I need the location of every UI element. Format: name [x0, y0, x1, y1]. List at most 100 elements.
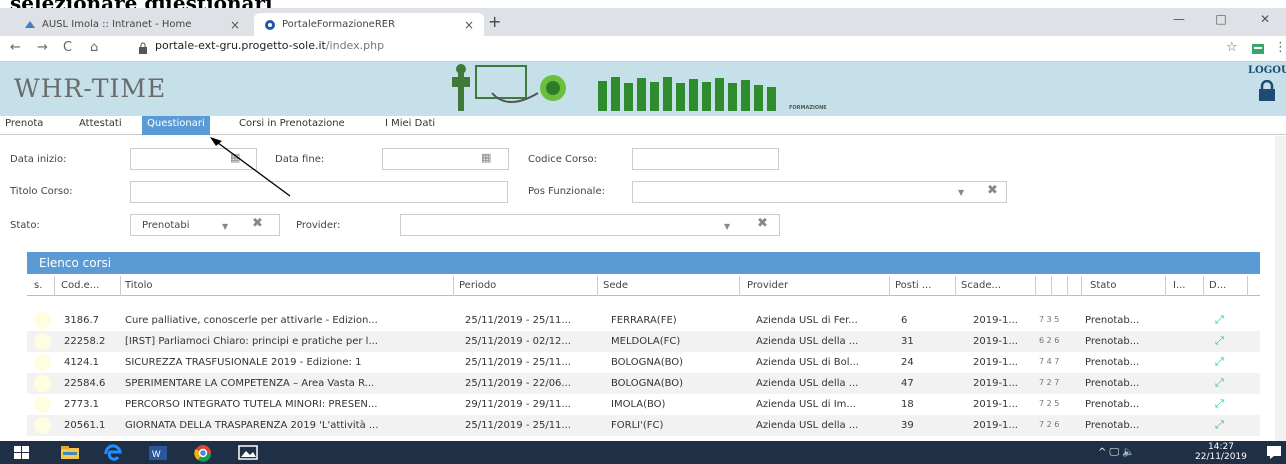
chrome-icon[interactable] [194, 444, 212, 462]
windows-start-icon[interactable] [14, 446, 30, 459]
column-header[interactable]: Scade... [961, 280, 1001, 291]
clear-icon[interactable]: ✖ [252, 216, 263, 231]
bookmark-star-icon[interactable]: ☆ [1226, 40, 1238, 55]
file-explorer-icon[interactable] [61, 446, 79, 459]
column-header[interactable]: I... [1173, 280, 1186, 291]
expand-icon[interactable]: ⤢ [1215, 313, 1224, 327]
minimize-button[interactable]: — [1158, 8, 1200, 30]
column-header[interactable]: Provider [747, 280, 788, 291]
cell-provider: Azienda USL della ... [756, 420, 859, 431]
clear-icon[interactable]: ✖ [757, 216, 768, 231]
logout-label[interactable]: LOGOUT [1248, 65, 1286, 76]
column-header[interactable]: Periodo [459, 280, 496, 291]
cell-titolo: Cure palliative, conoscerle per attivarl… [125, 315, 378, 326]
tab-close-icon[interactable]: × [230, 18, 240, 32]
word-icon[interactable]: W [149, 446, 167, 460]
column-header[interactable]: Posti ... [895, 280, 931, 291]
cell-periodo: 25/11/2019 - 02/12... [465, 336, 571, 347]
cell-provider: Azienda USL di Bol... [756, 357, 860, 368]
column-header[interactable]: D... [1209, 280, 1226, 291]
notification-icon[interactable] [1266, 445, 1282, 460]
table-row[interactable]: 22258.2 [IRST] Parliamoci Chiaro: princi… [27, 331, 1260, 352]
chevron-down-icon[interactable]: ▼ [724, 222, 730, 231]
cell-extra: 7 3 5 [1039, 315, 1060, 324]
clock-time[interactable]: 14:27 [1208, 442, 1234, 452]
expand-icon[interactable]: ⤢ [1215, 418, 1224, 432]
app-logo: WHR-TIME [14, 74, 167, 103]
expand-icon[interactable]: ⤢ [1215, 355, 1224, 369]
edge-browser-icon[interactable] [104, 444, 122, 461]
photos-icon[interactable] [238, 445, 258, 460]
expand-icon[interactable]: ⤢ [1215, 376, 1224, 390]
provider-select[interactable] [400, 214, 780, 236]
home-button[interactable]: ⌂ [90, 40, 98, 55]
expand-icon[interactable]: ⤢ [1215, 334, 1224, 348]
codice-corso-input[interactable] [632, 148, 779, 170]
clear-icon[interactable]: ✖ [987, 183, 998, 198]
chevron-down-icon[interactable]: ▼ [222, 222, 228, 231]
cell-sede: FERRARA(FE) [611, 315, 677, 326]
menu-item-questionari[interactable]: Questionari [142, 116, 210, 135]
page-scrollbar[interactable] [1275, 136, 1286, 441]
svg-text:W: W [152, 449, 161, 459]
status-dot [34, 333, 51, 350]
cell-titolo: PERCORSO INTEGRATO TUTELA MINORI: PRESEN… [125, 399, 378, 410]
window-close-button[interactable]: ✕ [1244, 8, 1286, 30]
expand-icon[interactable]: ⤢ [1215, 397, 1224, 411]
table-row[interactable]: 2773.1 PERCORSO INTEGRATO TUTELA MINORI:… [27, 394, 1260, 415]
calendar-icon[interactable]: ▦ [230, 151, 240, 164]
table-header: s. Cod.e... Titolo Periodo Sede Provider… [27, 276, 1260, 296]
logout-padlock-icon[interactable] [1257, 79, 1277, 102]
cell-cod: 20561.1 [64, 420, 106, 431]
calendar-icon[interactable]: ▦ [481, 151, 491, 164]
table-row[interactable]: 4124.1 SICUREZZA TRASFUSIONALE 2019 - Ed… [27, 352, 1260, 373]
table-row[interactable]: 22584.6 SPERIMENTARE LA COMPETENZA – Are… [27, 373, 1260, 394]
intranet-favicon-icon [24, 19, 36, 30]
column-header[interactable]: Stato [1090, 280, 1116, 291]
pos-funzionale-select[interactable] [632, 181, 1007, 203]
cell-titolo: SPERIMENTARE LA COMPETENZA – Area Vasta … [125, 378, 375, 389]
browser-tab-bar: AUSL Imola :: Intranet - Home × PortaleF… [0, 8, 1286, 36]
status-dot [34, 396, 51, 413]
cell-provider: Azienda USL della ... [756, 378, 859, 389]
column-header[interactable]: s. [34, 280, 42, 291]
cell-posti: 24 [901, 357, 914, 368]
column-header[interactable]: Sede [603, 280, 628, 291]
menu-item-i-miei-dati[interactable]: I Miei Dati [380, 116, 440, 135]
reload-button[interactable]: C [63, 40, 72, 55]
column-header[interactable]: Cod.e... [61, 280, 99, 291]
browser-tab-portale[interactable]: PortaleFormazioneRER × [254, 13, 484, 36]
menu-item-corsi-in-prenotazione[interactable]: Corsi in Prenotazione [234, 116, 350, 135]
table-row[interactable]: 3186.7 Cure palliative, conoscerle per a… [27, 310, 1260, 331]
lock-icon [138, 42, 148, 54]
cell-scade: 2019-1... [973, 357, 1018, 368]
cell-posti: 39 [901, 420, 914, 431]
data-inizio-label: Data inizio: [10, 154, 67, 165]
chevron-down-icon[interactable]: ▼ [958, 188, 964, 197]
maximize-button[interactable]: □ [1200, 8, 1242, 30]
column-header[interactable]: Titolo [125, 280, 153, 291]
cell-sede: BOLOGNA(BO) [611, 357, 684, 368]
table-row[interactable]: 20561.1 GIORNATA DELLA TRASPARENZA 2019 … [27, 415, 1260, 436]
codice-corso-label: Codice Corso: [528, 154, 597, 165]
titolo-corso-input[interactable] [130, 181, 508, 203]
cell-stato: Prenotab... [1085, 315, 1140, 326]
extension-icon[interactable] [1250, 42, 1266, 56]
cell-stato: Prenotab... [1085, 357, 1140, 368]
status-dot [34, 354, 51, 371]
cell-stato: Prenotab... [1085, 336, 1140, 347]
url-field[interactable]: portale-ext-gru.progetto-sole.it/index.p… [155, 39, 384, 52]
system-tray-icons[interactable]: ^ 🖵 🔈 [1098, 447, 1135, 458]
browser-tab-intranet[interactable]: AUSL Imola :: Intranet - Home × [14, 13, 250, 36]
menu-item-prenota[interactable]: Prenota [0, 116, 48, 135]
new-tab-button[interactable]: + [488, 12, 501, 31]
cell-cod: 22584.6 [64, 378, 106, 389]
tab-close-icon[interactable]: × [464, 18, 474, 32]
forward-button[interactable]: → [37, 40, 48, 55]
browser-menu-icon[interactable]: ⋮ [1274, 40, 1286, 55]
menu-item-attestati[interactable]: Attestati [74, 116, 127, 135]
back-button[interactable]: ← [10, 40, 21, 55]
clock-date[interactable]: 22/11/2019 [1195, 452, 1247, 462]
windows-taskbar [0, 441, 1286, 464]
cell-provider: Azienda USL della ... [756, 336, 859, 347]
